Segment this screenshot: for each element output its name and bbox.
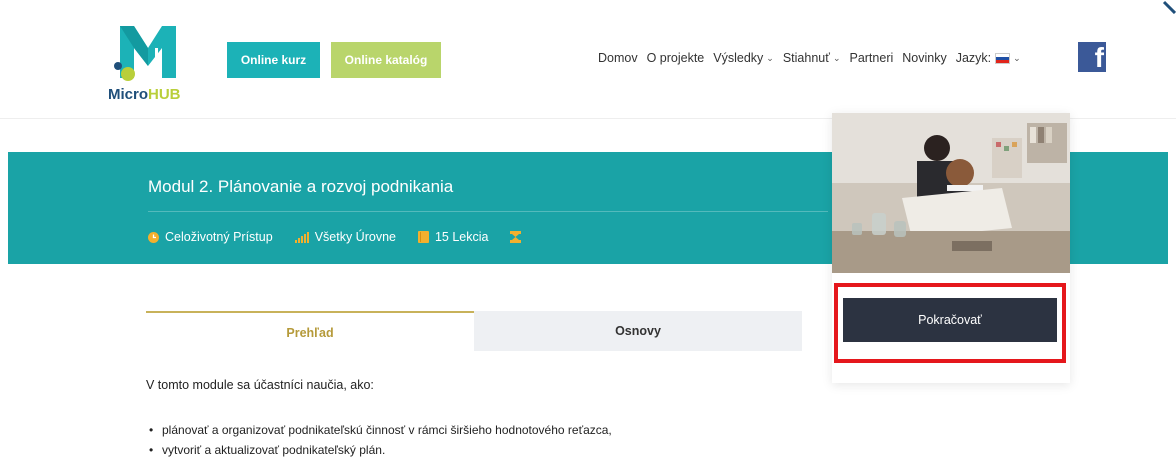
language-selector[interactable]: Jazyk: ⌄ (956, 51, 1021, 65)
clock-icon (148, 231, 159, 243)
meta-level-label: Všetky Úrovne (314, 230, 396, 244)
course-photo-icon (832, 113, 1070, 273)
logo-text-micro: Micro (108, 86, 149, 103)
tab-curriculum[interactable]: Osnovy (474, 311, 802, 351)
chevron-down-icon: ⌄ (766, 52, 774, 63)
chevron-down-icon: ⌄ (1013, 52, 1021, 63)
module-intro: V tomto module sa účastníci naučia, ako: (146, 378, 374, 392)
nav-item-vysledky[interactable]: Výsledky ⌄ (713, 51, 774, 65)
nav-label: Stiahnuť (782, 51, 830, 65)
online-katalog-button[interactable]: Online katalóg (331, 42, 441, 78)
learning-outcomes: plánovať a organizovať podnikateľskú čin… (146, 420, 612, 460)
tab-overview[interactable]: Prehľad (146, 311, 474, 353)
meta-level: Všetky Úrovne (294, 230, 396, 244)
list-item: vytvoriť a aktualizovať podnikateľský pl… (146, 440, 612, 460)
course-meta: Celoživotný Prístup Všetky Úrovne 15 Lek… (148, 230, 549, 244)
logo-text: MicroHUB (108, 86, 181, 103)
course-image (832, 113, 1070, 273)
flag-sk-icon (995, 52, 1011, 64)
language-label: Jazyk: (955, 51, 992, 65)
nav-label: Partneri (849, 51, 894, 65)
course-title: Modul 2. Plánovanie a rozvoj podnikania (148, 177, 454, 196)
chevron-down-icon: ⌄ (832, 52, 841, 63)
book-icon (417, 231, 429, 243)
nav-item-partneri[interactable]: Partneri (849, 51, 893, 65)
nav-label: Výsledky (713, 51, 764, 65)
online-kurz-button[interactable]: Online kurz (227, 42, 320, 78)
list-item: plánovať a organizovať podnikateľskú čin… (146, 420, 612, 440)
facebook-icon[interactable]: f (1078, 42, 1106, 72)
nav-label: O projekte (646, 51, 705, 65)
meta-lessons: 15 Lekcia (417, 230, 489, 244)
continue-button[interactable]: Pokračovať (843, 298, 1057, 342)
certificate-icon (510, 231, 522, 243)
corner-arrow-icon (1162, 0, 1176, 14)
nav-label: Domov (598, 51, 638, 65)
hero-divider (148, 211, 828, 212)
meta-access-label: Celoživotný Prístup (165, 230, 273, 244)
meta-lessons-label: 15 Lekcia (434, 230, 489, 244)
signal-bars-icon (294, 231, 309, 243)
meta-certificate (510, 231, 527, 243)
nav-item-domov[interactable]: Domov (598, 51, 638, 65)
logo-text-hub: HUB (148, 86, 181, 103)
nav-item-novinky[interactable]: Novinky (902, 51, 946, 65)
main-nav: Domov O projekte Výsledky ⌄ Stiahnuť ⌄ Par… (598, 48, 1030, 68)
microhub-logo[interactable]: MicroHUB (108, 18, 198, 108)
logo-mark-icon (114, 26, 176, 81)
nav-item-o-projekte[interactable]: O projekte (647, 51, 705, 65)
meta-access: Celoživotný Prístup (148, 230, 273, 244)
site-header: MicroHUB Online kurz Online katalóg Domo… (0, 0, 1176, 119)
nav-item-stiahnut[interactable]: Stiahnuť ⌄ (783, 51, 841, 65)
nav-label: Novinky (902, 51, 947, 65)
